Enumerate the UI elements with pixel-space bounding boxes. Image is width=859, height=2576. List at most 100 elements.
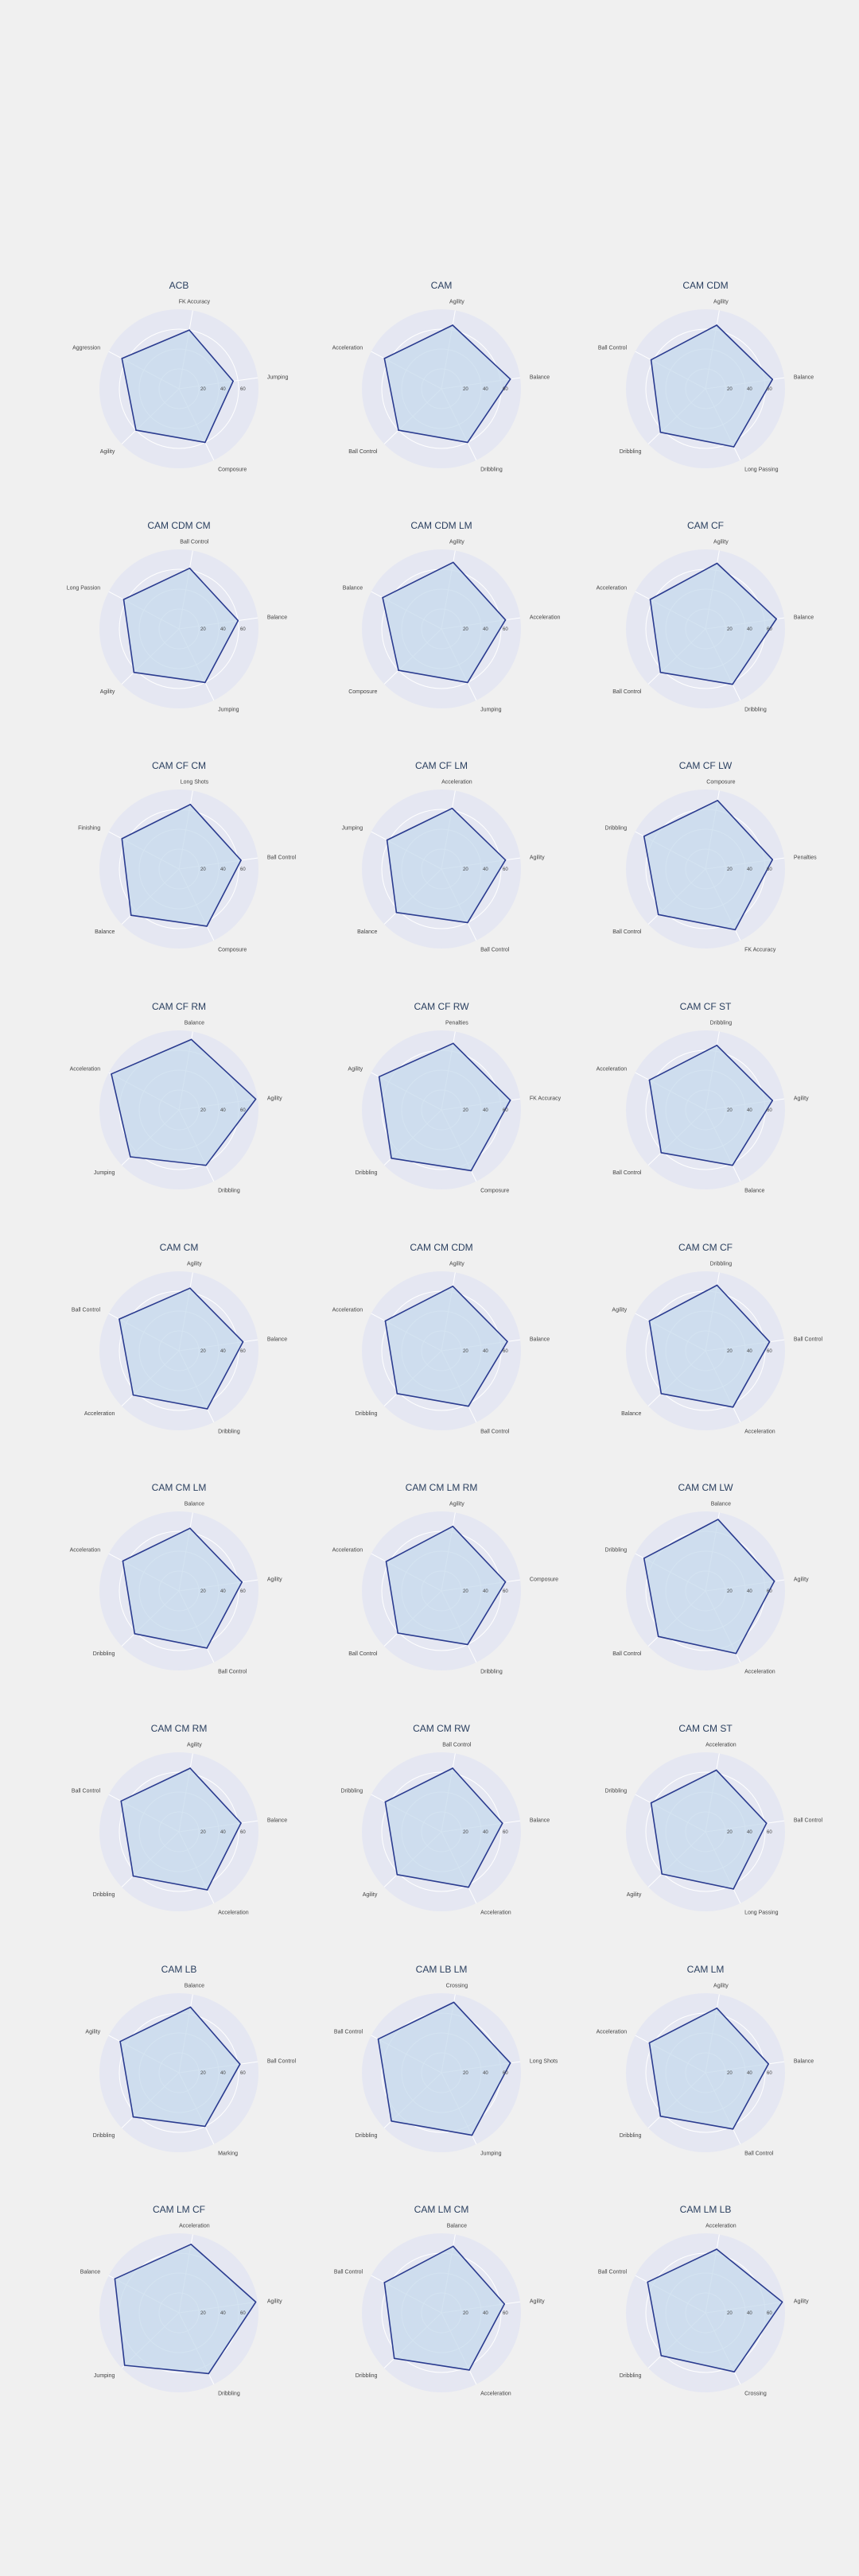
radar-point: [781, 2301, 783, 2303]
axis-label: Dribbling: [93, 1892, 115, 1898]
radial-tick-label: 40: [220, 1108, 226, 1113]
axis-label: Dribbling: [480, 1670, 503, 1675]
radar-point: [660, 2355, 663, 2357]
radar-panel: CAM CM RM 20 40 60 Agility Balance Acceleratio…: [72, 1723, 287, 1953]
radar-point: [507, 1340, 508, 1343]
radar-point: [643, 836, 645, 837]
radar-point: [189, 2006, 192, 2008]
radial-tick-label: 20: [727, 1830, 733, 1835]
radar-point: [255, 1098, 257, 1100]
radial-tick-label: 20: [200, 867, 206, 872]
radial-tick-label: 40: [220, 1349, 226, 1354]
axis-label: Dribbling: [710, 1262, 733, 1267]
radar-point: [732, 683, 733, 685]
radar-chart: 20 40 60 Balance Agility Dribbling Jumping Acce…: [70, 1021, 283, 1194]
radar-point: [643, 1558, 645, 1559]
radial-tick-label: 60: [240, 1830, 246, 1835]
radar-panel: CAM CDM CM 20 40 60 Ball Control Balance Jumpi…: [67, 520, 288, 751]
radar-chart: 20 40 60 Agility Balance Acceleration Dribblin…: [72, 1743, 287, 1916]
radial-tick-label: 40: [220, 867, 226, 872]
axis-label: Dribbling: [356, 2133, 378, 2139]
radial-tick-label: 60: [240, 2311, 246, 2316]
radar-point: [649, 599, 651, 600]
axis-label: Agility: [267, 2299, 282, 2304]
radar-point: [765, 1822, 768, 1825]
axis-label: Dribbling: [620, 449, 642, 455]
radar-point: [732, 1164, 733, 1166]
radial-tick-label: 60: [503, 2071, 508, 2076]
axis-label: Ball Control: [218, 1670, 247, 1675]
radar-point: [733, 1888, 734, 1890]
radar-point: [130, 1156, 131, 1158]
radar-chart: 20 40 60 Agility Composure Dribbling Ball Cont…: [332, 1502, 559, 1675]
axis-label: Balance: [794, 615, 814, 620]
axis-label: Dribbling: [93, 2133, 115, 2139]
axis-label: Ball Control: [72, 1788, 101, 1794]
radial-tick-label: 40: [747, 2071, 752, 2076]
radar-panel: CAM CM LM RM 20 40 60 Agility Composure Dribbl…: [332, 1482, 559, 1713]
axis-label: Aggression: [72, 345, 100, 351]
radar-point: [659, 2115, 662, 2117]
axis-label: Composure: [480, 1189, 509, 1194]
radar-point: [386, 839, 388, 841]
axis-label: Ball Control: [598, 2269, 628, 2275]
radar-point: [773, 1581, 775, 1582]
radial-tick-label: 40: [483, 867, 488, 872]
radar-panel: CAM LB 20 40 60 Balance Ball Control Marking Dr…: [72, 1964, 296, 2194]
axis-label: Dribbling: [604, 1788, 627, 1794]
radar-point: [121, 838, 123, 840]
axis-label: Balance: [621, 1411, 641, 1417]
radar-point: [189, 1287, 191, 1290]
axis-label: Dribbling: [604, 1547, 627, 1553]
radar-panel: CAM CM CDM 20 40 60 Agility Balance Ball Contr…: [332, 1242, 550, 1472]
radar-point: [122, 1560, 124, 1562]
axis-label: Ball Control: [348, 449, 378, 455]
axis-label: Ball Control: [744, 2151, 774, 2157]
radar-point: [732, 2128, 734, 2130]
radial-tick-label: 20: [463, 867, 468, 872]
axis-label: Agility: [449, 540, 464, 545]
axis-label: Acceleration: [530, 615, 561, 620]
radar-panel: CAM CF RW 20 40 60 Penalties FK Accuracy Compo…: [334, 1001, 561, 1232]
radar-point: [120, 1800, 122, 1802]
axis-label: Acceleration: [597, 1066, 628, 1072]
radar-point: [467, 681, 468, 684]
axis-label: Ball Control: [612, 929, 642, 935]
axis-label: Ball Control: [794, 1818, 823, 1823]
radar-point: [237, 619, 239, 622]
axis-label: Composure: [218, 467, 247, 473]
axis-label: Ball Control: [794, 1336, 823, 1342]
radar-point: [452, 1767, 453, 1769]
radar-point: [132, 1394, 134, 1396]
axis-label: Balance: [794, 374, 814, 380]
radar-point: [398, 669, 399, 671]
radar-chart: 20 40 60 Balance Agility Acceleration Ball Con…: [604, 1502, 809, 1675]
radar-point: [189, 1767, 191, 1769]
radial-tick-label: 40: [220, 2311, 226, 2316]
axis-label: FK Accuracy: [744, 948, 776, 953]
radial-tick-label: 40: [220, 1830, 226, 1835]
radar-point: [504, 859, 507, 861]
radar-point: [661, 1873, 663, 1875]
radar-point: [240, 1822, 242, 1824]
radar-point: [452, 561, 454, 564]
axis-label: Balance: [185, 1984, 204, 1989]
axis-label: Ball Control: [612, 689, 642, 695]
radar-point: [204, 441, 206, 444]
radar-point: [453, 2001, 455, 2004]
radar-point: [657, 1635, 659, 1638]
radar-chart: 20 40 60 FK Accuracy Jumping Composure Agility…: [72, 300, 288, 473]
radar-point: [232, 380, 234, 382]
radar-point: [205, 1164, 207, 1166]
axis-label: Long Passing: [744, 1911, 779, 1916]
radar-point: [504, 619, 507, 621]
radar-point: [470, 1170, 472, 1172]
radar-chart: 20 40 60 Crossing Long Shots Jumping Dribbling…: [334, 1984, 558, 2157]
radial-tick-label: 20: [200, 1830, 206, 1835]
radial-tick-label: 40: [747, 2311, 752, 2316]
radar-point: [121, 358, 123, 359]
axis-label: Jumping: [342, 825, 363, 831]
radial-tick-label: 20: [727, 867, 733, 872]
axis-label: Acceleration: [480, 1911, 511, 1916]
radial-tick-label: 40: [483, 2311, 488, 2316]
